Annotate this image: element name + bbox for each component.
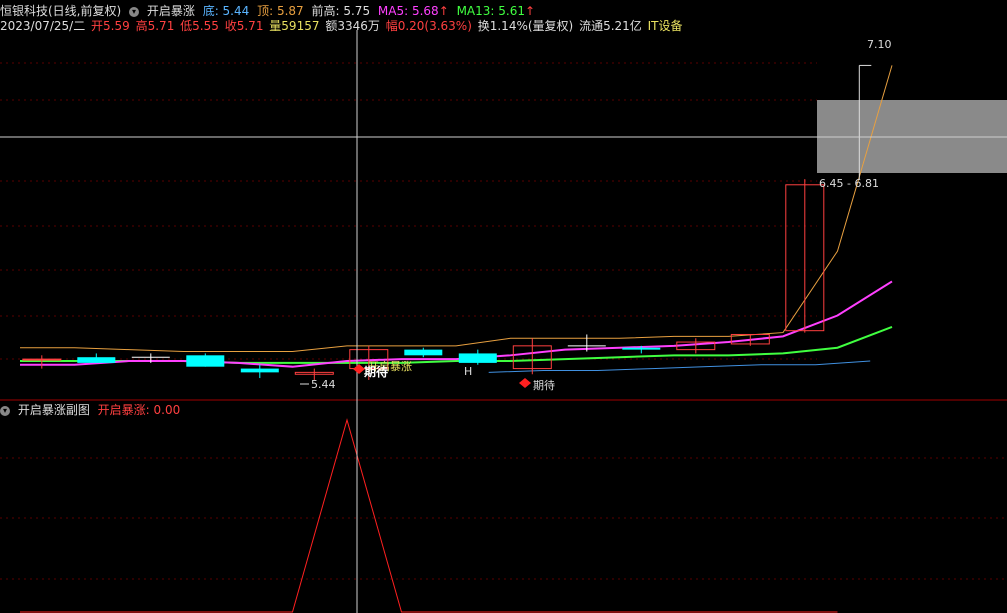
candle-body bbox=[22, 358, 62, 361]
lower-band-line bbox=[488, 360, 871, 373]
expect-label-2: 期待 bbox=[533, 378, 555, 392]
h-label: H bbox=[464, 365, 472, 378]
kline-chart[interactable]: 7.10 6.45 - 6.81 5.44 开启暴涨 期待 期待 H bbox=[0, 0, 1007, 613]
upper-band-line bbox=[20, 65, 893, 353]
candle-body bbox=[77, 357, 116, 363]
sub-signal-line bbox=[20, 418, 838, 613]
target-label: 7.10 bbox=[867, 38, 892, 51]
expect-label: 期待 bbox=[364, 364, 388, 379]
range-label: 6.45 - 6.81 bbox=[819, 177, 879, 190]
signal-diamond-2 bbox=[519, 378, 531, 388]
candle-body bbox=[622, 347, 661, 350]
candle-body bbox=[240, 368, 279, 373]
candle-body bbox=[458, 353, 497, 363]
candle-body bbox=[186, 355, 225, 367]
candle-body bbox=[404, 349, 443, 356]
low-label: 5.44 bbox=[311, 378, 336, 391]
